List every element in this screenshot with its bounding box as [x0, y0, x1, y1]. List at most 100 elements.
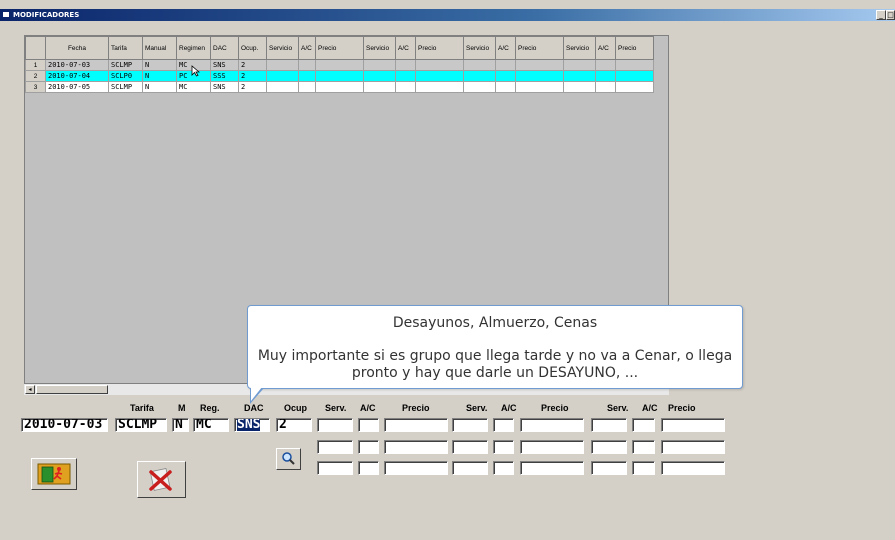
serv-field[interactable] [452, 440, 488, 454]
col-header[interactable]: A/C [495, 36, 516, 60]
precio-field[interactable] [384, 440, 448, 454]
col-header[interactable]: A/C [298, 36, 316, 60]
cell-precio[interactable] [515, 70, 564, 82]
col-header[interactable]: Tarifa [108, 36, 143, 60]
col-header[interactable]: Manual [142, 36, 177, 60]
col-header[interactable]: A/C [395, 36, 416, 60]
cell-fecha[interactable]: 2010-07-04 [45, 70, 109, 82]
cell-ac[interactable] [595, 81, 616, 93]
col-header[interactable]: Ocup. [238, 36, 267, 60]
precio-field[interactable] [661, 461, 725, 475]
precio-field[interactable] [520, 440, 584, 454]
cell-precio[interactable] [615, 59, 654, 71]
cell-ac[interactable] [495, 70, 516, 82]
cell-precio[interactable] [315, 81, 364, 93]
cell-servicio[interactable] [463, 81, 496, 93]
col-header[interactable]: Precio [615, 36, 654, 60]
maximize-button[interactable]: □ [886, 10, 895, 20]
cell-ac[interactable] [395, 59, 416, 71]
col-header[interactable]: Servicio [563, 36, 596, 60]
regimen-field[interactable]: MC [193, 418, 229, 432]
cell-ocup[interactable]: 2 [238, 81, 267, 93]
cell-tarifa[interactable]: SCLP0 [108, 70, 143, 82]
precio-field[interactable] [661, 440, 725, 454]
cell-servicio[interactable] [563, 59, 596, 71]
cell-precio[interactable] [515, 81, 564, 93]
cell-ac[interactable] [298, 70, 316, 82]
cell-precio[interactable] [415, 70, 464, 82]
cell-manual[interactable]: N [142, 59, 177, 71]
cell-servicio[interactable] [363, 70, 396, 82]
cell-servicio[interactable] [463, 59, 496, 71]
ac-field[interactable] [493, 418, 514, 432]
precio-field[interactable] [384, 418, 448, 432]
cell-dac[interactable]: SNS [210, 81, 239, 93]
search-button[interactable] [276, 448, 301, 470]
ac-field[interactable] [493, 440, 514, 454]
serv-field[interactable] [591, 461, 627, 475]
cell-tarifa[interactable]: SCLMP [108, 81, 143, 93]
cell-precio[interactable] [415, 59, 464, 71]
ac-field[interactable] [632, 418, 655, 432]
cell-fecha[interactable]: 2010-07-03 [45, 59, 109, 71]
fecha-field[interactable]: 2010-07-03 [21, 418, 108, 432]
cell-servicio[interactable] [563, 81, 596, 93]
ac-field[interactable] [632, 440, 655, 454]
cell-servicio[interactable] [463, 70, 496, 82]
cell-ac[interactable] [395, 81, 416, 93]
col-header[interactable]: Precio [515, 36, 564, 60]
delete-button[interactable] [137, 461, 186, 498]
cell-ac[interactable] [595, 70, 616, 82]
table-row[interactable]: 3 2010-07-05 SCLMP N MC SNS 2 [25, 81, 654, 93]
cell-precio[interactable] [315, 59, 364, 71]
col-header[interactable]: Regimen [176, 36, 211, 60]
col-header[interactable]: A/C [595, 36, 616, 60]
cell-precio[interactable] [615, 70, 654, 82]
precio-field[interactable] [384, 461, 448, 475]
cell-precio[interactable] [515, 59, 564, 71]
tarifa-field[interactable]: SCLMP [115, 418, 167, 432]
scroll-left-arrow-icon[interactable]: ◂ [25, 385, 35, 394]
cell-servicio[interactable] [563, 70, 596, 82]
cell-manual[interactable]: N [142, 70, 177, 82]
serv-field[interactable] [452, 418, 488, 432]
cell-dac[interactable]: SSS [210, 70, 239, 82]
cell-ac[interactable] [495, 59, 516, 71]
manual-field[interactable]: N [172, 418, 189, 432]
ac-field[interactable] [358, 418, 379, 432]
cell-ac[interactable] [395, 70, 416, 82]
cell-servicio[interactable] [363, 81, 396, 93]
cell-tarifa[interactable]: SCLMP [108, 59, 143, 71]
cell-servicio[interactable] [266, 81, 299, 93]
col-header[interactable]: Servicio [363, 36, 396, 60]
col-header[interactable]: Precio [415, 36, 464, 60]
col-header[interactable]: Fecha [45, 36, 109, 60]
cell-ocup[interactable]: 2 [238, 59, 267, 71]
scrollbar-thumb[interactable] [36, 385, 108, 394]
ac-field[interactable] [493, 461, 514, 475]
minimize-button[interactable]: _ [876, 10, 886, 20]
col-header[interactable]: Precio [315, 36, 364, 60]
col-header[interactable]: Servicio [266, 36, 299, 60]
dac-field[interactable]: SNS [234, 418, 270, 432]
exit-button[interactable] [31, 458, 77, 490]
ac-field[interactable] [358, 461, 379, 475]
precio-field[interactable] [661, 418, 725, 432]
ac-field[interactable] [358, 440, 379, 454]
cell-manual[interactable]: N [142, 81, 177, 93]
cell-regimen[interactable]: MC [176, 81, 211, 93]
col-header[interactable]: DAC [210, 36, 239, 60]
cell-ac[interactable] [495, 81, 516, 93]
col-header[interactable]: Servicio [463, 36, 496, 60]
cell-fecha[interactable]: 2010-07-05 [45, 81, 109, 93]
cell-precio[interactable] [615, 81, 654, 93]
cell-precio[interactable] [315, 70, 364, 82]
serv-field[interactable] [317, 418, 353, 432]
precio-field[interactable] [520, 461, 584, 475]
cell-servicio[interactable] [266, 70, 299, 82]
serv-field[interactable] [317, 440, 353, 454]
ocup-field[interactable]: 2 [276, 418, 312, 432]
serv-field[interactable] [452, 461, 488, 475]
table-row[interactable]: 1 2010-07-03 SCLMP N MC SNS 2 [25, 59, 654, 71]
serv-field[interactable] [591, 440, 627, 454]
